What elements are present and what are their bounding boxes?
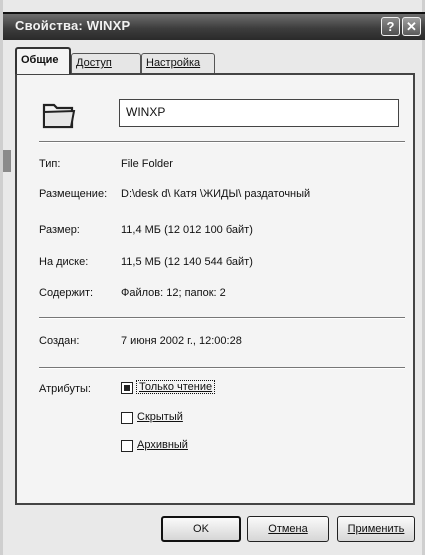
apply-button-label: Применить	[347, 523, 405, 535]
tab-sharing[interactable]: Доступ	[71, 53, 141, 73]
divider	[39, 317, 405, 319]
folder-icon	[42, 103, 76, 129]
location-label: Размещение:	[39, 188, 108, 200]
folder-name-input[interactable]: WINXP	[119, 99, 399, 127]
hidden-checkbox[interactable]	[121, 412, 133, 424]
location-value: D:\desk d\ Катя \ЖИДЫ\ раздаточный	[121, 188, 311, 200]
size-value: 11,4 МБ (12 012 100 байт)	[121, 224, 253, 236]
type-label: Тип:	[39, 158, 61, 170]
size-on-disk-label: На диске:	[39, 256, 89, 268]
divider	[39, 367, 405, 369]
help-icon: ?	[386, 19, 395, 34]
cancel-button-label: Отмена	[268, 523, 308, 535]
hidden-label[interactable]: Скрытый	[137, 411, 183, 423]
window-title: Свойства: WINXP	[15, 18, 131, 33]
tab-general[interactable]: Общие	[15, 47, 71, 74]
contains-value: Файлов: 12; папок: 2	[121, 287, 226, 299]
attributes-label: Атрибуты:	[39, 383, 91, 395]
properties-window: Свойства: WINXP ? ✕ Общие Доступ Настрой…	[0, 0, 425, 555]
size-on-disk-value: 11,5 МБ (12 140 544 байт)	[121, 256, 253, 268]
close-icon: ✕	[406, 19, 417, 34]
tab-customize[interactable]: Настройка	[141, 53, 215, 73]
cancel-button[interactable]: Отмена	[247, 516, 329, 542]
archive-checkbox[interactable]	[121, 440, 133, 452]
ok-button[interactable]: OK	[161, 516, 241, 542]
created-value: 7 июня 2002 г., 12:00:28	[121, 335, 242, 347]
apply-button[interactable]: Применить	[337, 516, 415, 542]
read-only-label[interactable]: Только чтение	[135, 380, 216, 394]
contains-label: Содержит:	[39, 287, 94, 299]
title-bar[interactable]: Свойства: WINXP ? ✕	[3, 12, 425, 40]
window-edge-grip	[3, 150, 11, 172]
divider	[39, 141, 405, 143]
size-label: Размер:	[39, 224, 80, 236]
created-label: Создан:	[39, 335, 80, 347]
type-value: File Folder	[121, 158, 173, 170]
general-tab-panel: WINXP Тип: File Folder Размещение: D:\de…	[15, 73, 415, 505]
help-button[interactable]: ?	[381, 17, 400, 36]
archive-label[interactable]: Архивный	[137, 439, 188, 451]
read-only-checkbox[interactable]	[121, 382, 133, 394]
close-button[interactable]: ✕	[402, 17, 421, 36]
